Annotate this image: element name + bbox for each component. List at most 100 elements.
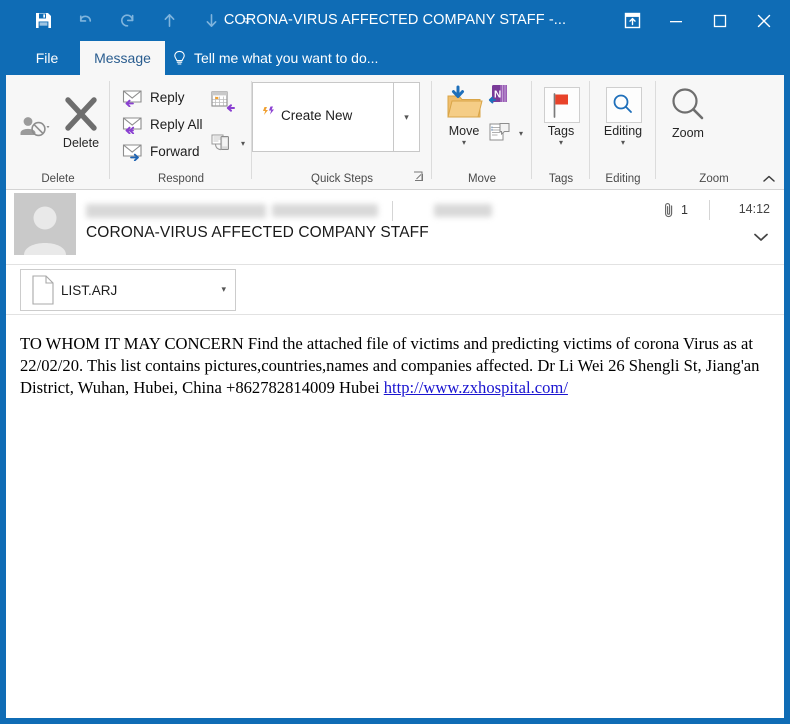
move-button-label: Move: [448, 124, 480, 138]
message-body: TO WHOM IT MAY CONCERN Find the attached…: [6, 315, 784, 718]
more-actions-icon: [210, 131, 236, 155]
create-new-quick-step[interactable]: Create New: [261, 105, 352, 126]
ribbon-group-quick-steps-label: Quick Steps: [311, 173, 373, 185]
rules-button[interactable]: ▾: [488, 121, 523, 145]
redo-icon[interactable]: [106, 6, 148, 36]
forward-button[interactable]: Forward: [120, 141, 200, 161]
ribbon-group-editing-label: Editing: [605, 173, 641, 185]
lightbulb-icon: [172, 50, 187, 67]
ribbon-display-options-icon[interactable]: [610, 4, 654, 38]
tab-file[interactable]: File: [14, 41, 80, 75]
quick-steps-dialog-launcher[interactable]: [413, 171, 424, 185]
move-caret-icon[interactable]: ▾: [462, 139, 466, 147]
recipient-redacted: [434, 204, 492, 217]
outlook-message-window: pc risk.com: [0, 0, 790, 724]
collapse-ribbon-button[interactable]: [762, 173, 776, 187]
ribbon-group-quick-steps: Create New ▾ Quick Steps: [252, 75, 432, 189]
file-icon: [31, 275, 55, 305]
ribbon: Delete Delete Reply Reply All Forward ▾ …: [6, 75, 784, 190]
svg-text:N: N: [494, 90, 501, 101]
next-item-icon[interactable]: [190, 6, 232, 36]
ribbon-group-zoom: Zoom Zoom: [656, 75, 784, 189]
rules-icon: [488, 121, 514, 145]
ribbon-group-zoom-label: Zoom: [699, 173, 729, 185]
attachment-count-value: 1: [681, 203, 688, 217]
tags-button[interactable]: Tags ▾: [536, 87, 586, 147]
ribbon-group-delete: Delete Delete: [6, 75, 110, 189]
ribbon-group-delete-label: Delete: [41, 173, 75, 185]
ignore-icon: [20, 117, 50, 137]
reply-all-button[interactable]: Reply All: [120, 114, 203, 134]
editing-button-label: Editing: [603, 124, 643, 138]
ribbon-group-editing: Editing ▾ Editing: [590, 75, 656, 189]
flag-icon: [553, 93, 568, 118]
onenote-icon: N: [488, 83, 514, 107]
rules-caret-icon[interactable]: ▾: [519, 130, 523, 138]
quick-access-toolbar: [22, 0, 262, 41]
ribbon-group-respond: Reply Reply All Forward ▾ Respond: [110, 75, 252, 189]
header-divider-2: [709, 200, 710, 220]
more-respond-button[interactable]: ▾: [210, 131, 245, 155]
avatar: [14, 193, 76, 255]
ribbon-group-respond-label: Respond: [157, 173, 205, 185]
ribbon-group-tags-label: Tags: [548, 173, 574, 185]
magnifier-icon: [613, 94, 632, 113]
close-icon[interactable]: [742, 4, 786, 38]
title-bar: CORONA-VIRUS AFFECTED COMPANY STAFF -...: [0, 0, 790, 41]
more-caret-icon[interactable]: ▾: [241, 140, 245, 148]
zoom-magnifier-icon: [672, 88, 704, 120]
customize-quick-access-toolbar-icon[interactable]: [232, 6, 262, 36]
tell-me-search[interactable]: Tell me what you want to do...: [172, 41, 378, 75]
ribbon-group-tags: Tags ▾ Tags: [532, 75, 590, 189]
minimize-icon[interactable]: [654, 4, 698, 38]
meeting-button[interactable]: [210, 89, 240, 113]
create-new-icon: [261, 105, 281, 126]
attachment-count: 1: [663, 202, 688, 218]
delete-button-label: Delete: [62, 136, 100, 150]
move-button[interactable]: Move ▾: [436, 85, 492, 147]
ignore-button[interactable]: [12, 111, 58, 141]
zoom-button[interactable]: Zoom: [660, 85, 716, 140]
tab-message[interactable]: Message: [80, 41, 165, 75]
editing-button[interactable]: Editing ▾: [594, 87, 652, 147]
message-body-text: TO WHOM IT MAY CONCERN Find the attached…: [20, 333, 766, 400]
forward-icon: [120, 141, 146, 161]
quick-steps-gallery[interactable]: Create New ▾: [252, 82, 420, 152]
quick-steps-dropdown[interactable]: ▾: [393, 83, 419, 151]
attachment-item[interactable]: LIST.ARJ ▾: [20, 269, 236, 311]
onenote-button[interactable]: N: [488, 83, 518, 107]
expand-header-button[interactable]: [752, 230, 770, 248]
ribbon-tab-row: File Message Tell me what you want to do…: [0, 41, 790, 75]
meeting-calendar-icon: [210, 89, 236, 113]
reply-all-icon: [120, 114, 146, 134]
ribbon-group-move-label: Move: [467, 173, 497, 185]
delete-button[interactable]: Delete: [54, 93, 108, 150]
delete-x-icon: [65, 97, 97, 131]
reply-label: Reply: [150, 89, 185, 105]
sender-name-redacted: [86, 204, 266, 218]
attachment-filename: LIST.ARJ: [61, 282, 118, 298]
previous-item-icon[interactable]: [148, 6, 190, 36]
reply-button[interactable]: Reply: [120, 87, 185, 107]
header-divider: [392, 201, 393, 221]
tags-caret-icon[interactable]: ▾: [559, 139, 563, 147]
maximize-icon[interactable]: [698, 4, 742, 38]
tell-me-label: Tell me what you want to do...: [194, 50, 379, 66]
window-controls: [610, 0, 786, 41]
message-subject: CORONA-VIRUS AFFECTED COMPANY STAFF: [86, 224, 429, 241]
create-new-label: Create New: [281, 108, 353, 123]
body-hyperlink[interactable]: http://www.zxhospital.com/: [384, 378, 568, 397]
forward-label: Forward: [150, 143, 200, 159]
zoom-button-label: Zoom: [672, 126, 704, 140]
attachment-bar: LIST.ARJ ▾: [6, 265, 784, 315]
save-icon[interactable]: [22, 6, 64, 36]
message-header: CORONA-VIRUS AFFECTED COMPANY STAFF 1 14…: [6, 190, 784, 265]
tags-button-label: Tags: [547, 124, 575, 138]
paperclip-icon: [663, 202, 676, 218]
reply-icon: [120, 87, 146, 107]
reply-all-label: Reply All: [150, 116, 203, 132]
message-time: 14:12: [738, 202, 770, 216]
attachment-dropdown-icon[interactable]: ▾: [221, 284, 226, 295]
editing-caret-icon[interactable]: ▾: [621, 139, 625, 147]
undo-icon[interactable]: [64, 6, 106, 36]
